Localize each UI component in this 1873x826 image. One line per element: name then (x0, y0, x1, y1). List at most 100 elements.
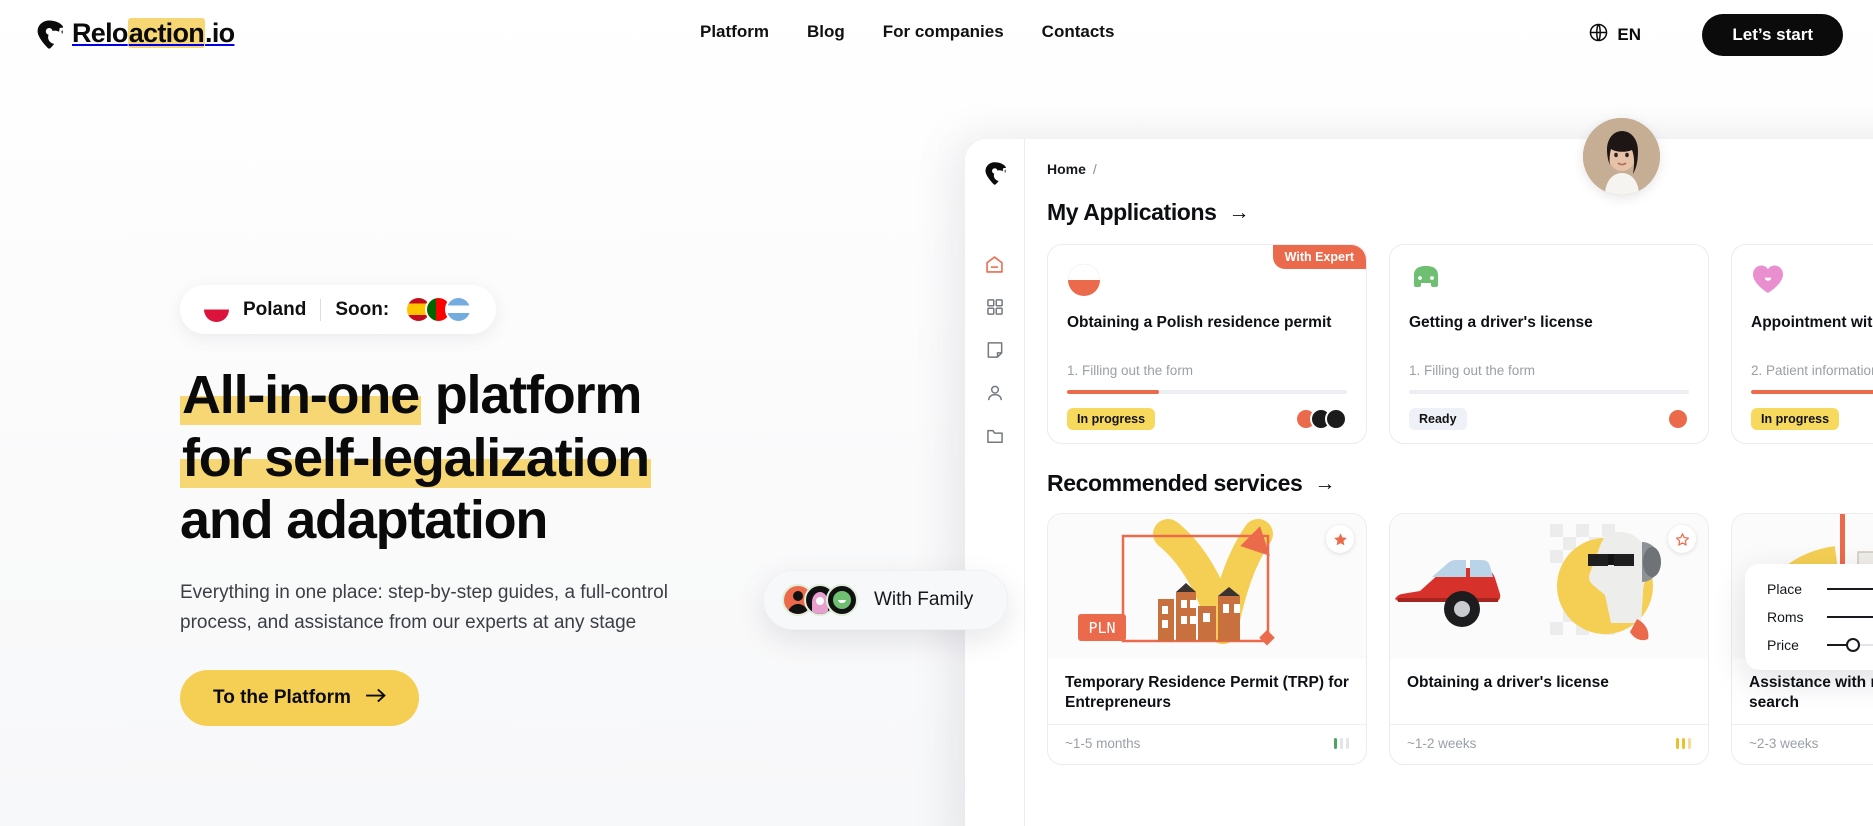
difficulty-indicator (1675, 738, 1691, 749)
roms-slider[interactable] (1827, 616, 1873, 618)
title-highlight-2: for self-legalization (180, 427, 651, 488)
service-duration: ~1-2 weeks (1407, 736, 1477, 751)
avatar-stack (1295, 408, 1347, 430)
upcoming-flags (405, 296, 473, 323)
service-title: Obtaining a driver's license (1407, 674, 1609, 691)
recommended-services-header[interactable]: Recommended services → (1047, 470, 1873, 497)
red-car-statue-sunglasses-illustration (1390, 514, 1708, 659)
to-the-platform-button[interactable]: To the Platform (180, 669, 419, 726)
with-family-label: With Family (874, 589, 974, 610)
filter-row-price[interactable]: Price (1767, 637, 1873, 653)
application-footer: Ready (1409, 408, 1689, 430)
favorite-star-icon[interactable] (1668, 525, 1696, 553)
user-photo-avatar[interactable] (1583, 118, 1660, 195)
breadcrumb: Home / (1047, 161, 1873, 177)
status-badge: Ready (1409, 408, 1467, 430)
arrow-right-icon: → (1228, 200, 1250, 224)
nav-item-for-companies[interactable]: For companies (883, 22, 1004, 42)
place-slider[interactable] (1827, 588, 1873, 590)
service-footer: ~1-2 weeks (1390, 724, 1708, 764)
arrow-right-icon: → (1314, 471, 1336, 495)
logo-text: Reloaction.io (72, 18, 235, 48)
service-title: Assistance with relocation contractor se… (1749, 674, 1873, 712)
service-duration: ~1-5 months (1065, 736, 1141, 751)
soon-label: Soon: (335, 298, 390, 320)
filter-label: Place (1767, 581, 1803, 597)
landing-page: Reloaction.io Platform Blog For companie… (0, 0, 1873, 826)
application-title: Getting a driver's license (1409, 314, 1593, 331)
main-nav: Platform Blog For companies Contacts (700, 22, 1114, 42)
folder-icon[interactable] (983, 424, 1007, 448)
filter-label: Price (1767, 637, 1799, 653)
progress-bar (1409, 390, 1689, 394)
hero-section: Poland Soon: All-in-one platform for sel… (180, 285, 740, 726)
application-step: 2. Patient information (1751, 363, 1873, 378)
app-preview-panel: Home / My Applications → With Expert Obt… (965, 139, 1873, 826)
lets-start-button[interactable]: Let’s start (1702, 14, 1843, 56)
nav-item-platform[interactable]: Platform (700, 22, 769, 42)
filter-panel: Place Roms Price (1745, 564, 1873, 670)
status-badge: In progress (1067, 408, 1156, 430)
app-content: Home / My Applications → With Expert Obt… (1025, 139, 1873, 826)
application-footer: In progress (1751, 408, 1873, 430)
service-card[interactable]: PLN Temporary Residence Permit (TRP) for… (1047, 513, 1367, 765)
cta-label: To the Platform (213, 686, 351, 708)
avatar (826, 584, 858, 616)
my-applications-header[interactable]: My Applications → (1047, 199, 1873, 226)
price-slider[interactable] (1827, 638, 1873, 652)
applications-row: With Expert Obtaining a Polish residence… (1047, 244, 1873, 444)
filter-row-place[interactable]: Place (1767, 581, 1873, 597)
globe-icon (1588, 22, 1609, 48)
avatar-stack (1667, 408, 1689, 430)
with-expert-badge: With Expert (1272, 245, 1366, 269)
arrow-right-icon (365, 687, 386, 709)
poland-flag-icon (204, 297, 229, 322)
nav-item-blog[interactable]: Blog (807, 22, 845, 42)
argentina-flag-icon (445, 296, 473, 323)
application-card[interactable]: Getting a driver's license 1. Filling ou… (1389, 244, 1709, 444)
language-switcher[interactable]: EN (1588, 22, 1641, 48)
service-footer: ~1-5 months (1048, 724, 1366, 764)
application-step: 1. Filling out the form (1067, 363, 1194, 378)
status-badge: In progress (1751, 408, 1840, 430)
heart-icon (1751, 263, 1785, 297)
page-title: All-in-one platform for self-legalizatio… (180, 364, 740, 552)
filter-label: Roms (1767, 609, 1804, 625)
breadcrumb-separator: / (1092, 161, 1097, 177)
person-icon[interactable] (983, 381, 1007, 405)
service-title: Temporary Residence Permit (TRP) for Ent… (1065, 674, 1349, 712)
hero-subtitle: Everything in one place: step-by-step gu… (180, 581, 668, 633)
document-icon[interactable] (983, 338, 1007, 362)
title-line-3: and adaptation (180, 490, 548, 551)
service-footer: ~2-3 weeks (1732, 724, 1873, 764)
avatar (1325, 408, 1347, 430)
nav-item-contacts[interactable]: Contacts (1042, 22, 1115, 42)
application-card[interactable]: With Expert Obtaining a Polish residence… (1047, 244, 1367, 444)
site-header: Reloaction.io Platform Blog For companie… (0, 0, 1873, 70)
language-label: EN (1617, 25, 1641, 44)
application-footer: In progress (1067, 408, 1347, 430)
favorite-star-icon[interactable] (1326, 525, 1354, 553)
filter-row-roms[interactable]: Roms (1767, 609, 1873, 625)
service-card[interactable]: Obtaining a driver's license ~1-2 weeks (1389, 513, 1709, 765)
country-badge[interactable]: Poland Soon: (180, 285, 497, 334)
poland-flag-circle-icon (1067, 263, 1101, 297)
grid-icon[interactable] (983, 295, 1007, 319)
progress-bar (1067, 390, 1347, 394)
service-body: Obtaining a driver's license (1390, 659, 1708, 714)
logo[interactable]: Reloaction.io (36, 18, 235, 49)
application-card[interactable]: Appointment with a doctor search 2. Pati… (1731, 244, 1873, 444)
title-rest-1: platform (420, 365, 643, 425)
service-body: Temporary Residence Permit (TRP) for Ent… (1048, 659, 1366, 714)
divider (320, 298, 322, 321)
application-title: Appointment with a doctor search (1751, 314, 1873, 331)
with-family-pill[interactable]: With Family (763, 570, 1009, 630)
svg-text:PLN: PLN (1088, 619, 1115, 637)
avatar (1667, 408, 1689, 430)
progress-bar (1751, 390, 1873, 394)
car-icon (1409, 263, 1443, 297)
app-sidebar (965, 139, 1025, 826)
home-icon[interactable] (983, 252, 1007, 276)
family-avatar-stack (782, 584, 858, 616)
breadcrumb-current[interactable]: Home (1047, 161, 1086, 177)
